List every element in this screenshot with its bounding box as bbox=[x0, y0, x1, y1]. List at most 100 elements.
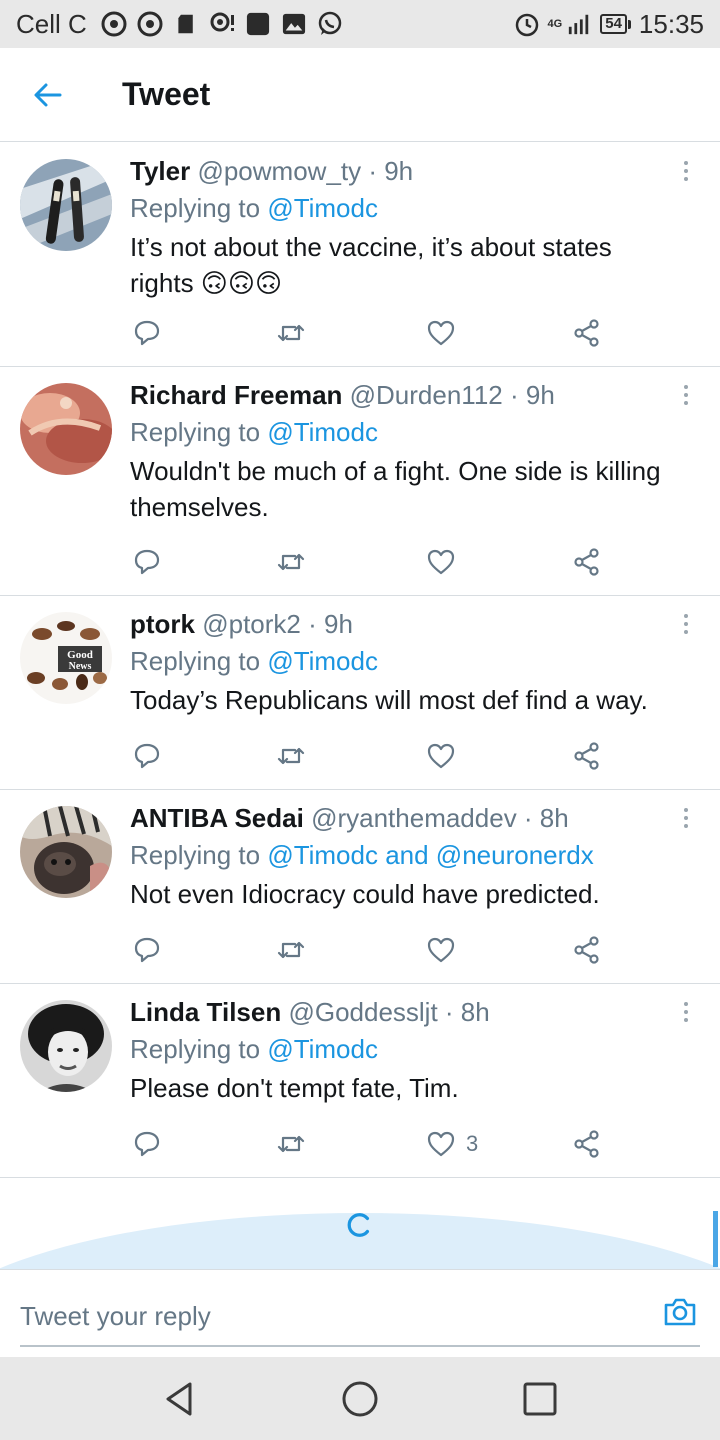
tweet-handle-time: @ptork2 · 9h bbox=[202, 609, 353, 639]
header: Tweet bbox=[0, 48, 720, 142]
replying-prefix: Replying to bbox=[130, 417, 268, 447]
retweet-button[interactable] bbox=[276, 316, 306, 350]
page-title: Tweet bbox=[122, 76, 211, 112]
nav-home-button[interactable] bbox=[340, 1379, 380, 1419]
share-icon bbox=[574, 742, 599, 770]
whatsapp-icon bbox=[317, 11, 343, 37]
tweet-author-name[interactable]: ANTIBA Sedai bbox=[130, 803, 304, 833]
share-icon bbox=[574, 1130, 599, 1158]
retweet-button[interactable] bbox=[276, 933, 306, 967]
nav-recents-button[interactable] bbox=[520, 1379, 560, 1419]
tweet-text: Wouldn't be much of a fight. One side is… bbox=[130, 456, 661, 522]
mention-link[interactable]: @Timodc bbox=[267, 193, 378, 223]
battery-level: 54 bbox=[600, 14, 627, 34]
reply-composer bbox=[0, 1269, 720, 1357]
reply-input[interactable] bbox=[20, 1294, 640, 1338]
scrollbar[interactable] bbox=[713, 1211, 718, 1267]
more-options-button[interactable] bbox=[674, 806, 698, 830]
like-button[interactable] bbox=[426, 933, 466, 967]
replying-prefix: Replying to bbox=[130, 1034, 268, 1064]
gallery-icon bbox=[281, 11, 307, 37]
tweet-actions bbox=[130, 316, 610, 350]
square-recents-icon bbox=[523, 1382, 557, 1416]
mention-link[interactable]: @Timodc bbox=[267, 417, 378, 447]
share-button[interactable] bbox=[572, 739, 602, 773]
share-button[interactable] bbox=[572, 545, 602, 579]
replying-prefix: Replying to bbox=[130, 193, 268, 223]
reply-button[interactable] bbox=[132, 316, 162, 350]
replying-to: Replying to @Timodc bbox=[130, 1030, 680, 1068]
mention-link[interactable]: @Timodc bbox=[267, 1034, 378, 1064]
tweet-actions bbox=[130, 545, 610, 579]
more-options-button[interactable] bbox=[674, 612, 698, 636]
heart-icon bbox=[427, 320, 455, 346]
tweet-author-name[interactable]: ptork bbox=[130, 609, 195, 639]
like-button[interactable] bbox=[426, 739, 466, 773]
share-icon bbox=[574, 548, 599, 576]
retweet-icon bbox=[277, 553, 305, 571]
tweet-item[interactable]: Richard Freeman @Durden112 · 9h Replying… bbox=[0, 367, 720, 596]
comment-icon bbox=[134, 743, 160, 769]
logo-text-news: News bbox=[69, 661, 92, 672]
tweet-item[interactable]: ANTIBA Sedai @ryanthemaddev · 8h Replyin… bbox=[0, 790, 720, 984]
retweet-button[interactable] bbox=[276, 1127, 306, 1161]
tweet-handle-time: @Goddessljt · 8h bbox=[288, 997, 490, 1027]
reply-button[interactable] bbox=[132, 739, 162, 773]
tweet-author-name[interactable]: Tyler bbox=[130, 156, 190, 186]
battery-icon: 54 bbox=[600, 14, 631, 34]
back-button[interactable] bbox=[0, 48, 96, 142]
more-options-button[interactable] bbox=[674, 383, 698, 407]
heart-icon bbox=[427, 1131, 455, 1157]
more-options-button[interactable] bbox=[674, 1000, 698, 1024]
retweet-icon bbox=[277, 1135, 305, 1153]
like-button[interactable] bbox=[426, 316, 466, 350]
replying-to: Replying to @Timodc and @neuronerdx bbox=[130, 836, 680, 874]
location-icon bbox=[209, 11, 235, 37]
like-button[interactable] bbox=[426, 545, 466, 579]
tweet-item[interactable]: Good News ptork @ptork2 · 9h Replying to… bbox=[0, 596, 720, 790]
tweet-author-name[interactable]: Richard Freeman bbox=[130, 380, 342, 410]
tweet-text: Please don't tempt fate, Tim. bbox=[130, 1073, 459, 1103]
retweet-button[interactable] bbox=[276, 545, 306, 579]
retweet-icon bbox=[277, 747, 305, 765]
clock: 15:35 bbox=[638, 8, 704, 39]
reply-button[interactable] bbox=[132, 545, 162, 579]
reply-button[interactable] bbox=[132, 933, 162, 967]
share-button[interactable] bbox=[572, 1127, 602, 1161]
tweet-actions bbox=[130, 933, 610, 967]
tweet-author-name[interactable]: Linda Tilsen bbox=[130, 997, 281, 1027]
replying-prefix: Replying to bbox=[130, 840, 268, 870]
tweet-text: Not even Idiocracy could have predicted. bbox=[130, 879, 600, 909]
avatar[interactable] bbox=[20, 159, 112, 251]
tweet-text: Today’s Republicans will most def find a… bbox=[130, 685, 648, 715]
replying-to: Replying to @Timodc bbox=[130, 189, 680, 227]
retweet-button[interactable] bbox=[276, 739, 306, 773]
comment-icon bbox=[134, 320, 160, 346]
like-button[interactable]: 3 bbox=[426, 1127, 478, 1161]
arrow-left-icon bbox=[34, 83, 62, 106]
camera-button[interactable] bbox=[662, 1294, 698, 1330]
tweet-item[interactable]: Linda Tilsen @Goddessljt · 8h Replying t… bbox=[0, 984, 720, 1178]
carrier-label: Cell C bbox=[16, 8, 87, 39]
signal-icon bbox=[566, 11, 592, 37]
avatar[interactable] bbox=[20, 383, 112, 475]
retweet-icon bbox=[277, 324, 305, 342]
reply-button[interactable] bbox=[132, 1127, 162, 1161]
avatar[interactable] bbox=[20, 806, 112, 898]
share-button[interactable] bbox=[572, 933, 602, 967]
chrome-icon bbox=[101, 11, 127, 37]
share-button[interactable] bbox=[572, 316, 602, 350]
avatar[interactable]: Good News bbox=[20, 612, 112, 704]
system-nav-bar bbox=[0, 1357, 720, 1440]
share-icon bbox=[574, 936, 599, 964]
tweet-handle-time: @ryanthemaddev · 8h bbox=[311, 803, 569, 833]
mention-link[interactable]: @Timodc and @neuronerdx bbox=[267, 840, 593, 870]
loading-spinner-icon bbox=[345, 1211, 373, 1247]
tweet-actions: 3 bbox=[130, 1127, 610, 1161]
nav-back-button[interactable] bbox=[160, 1379, 200, 1419]
avatar[interactable] bbox=[20, 1000, 112, 1092]
tweet-item[interactable]: Tyler @powmow_ty · 9h Replying to @Timod… bbox=[0, 143, 720, 367]
app-icon bbox=[245, 11, 271, 37]
more-options-button[interactable] bbox=[674, 159, 698, 183]
mention-link[interactable]: @Timodc bbox=[267, 646, 378, 676]
